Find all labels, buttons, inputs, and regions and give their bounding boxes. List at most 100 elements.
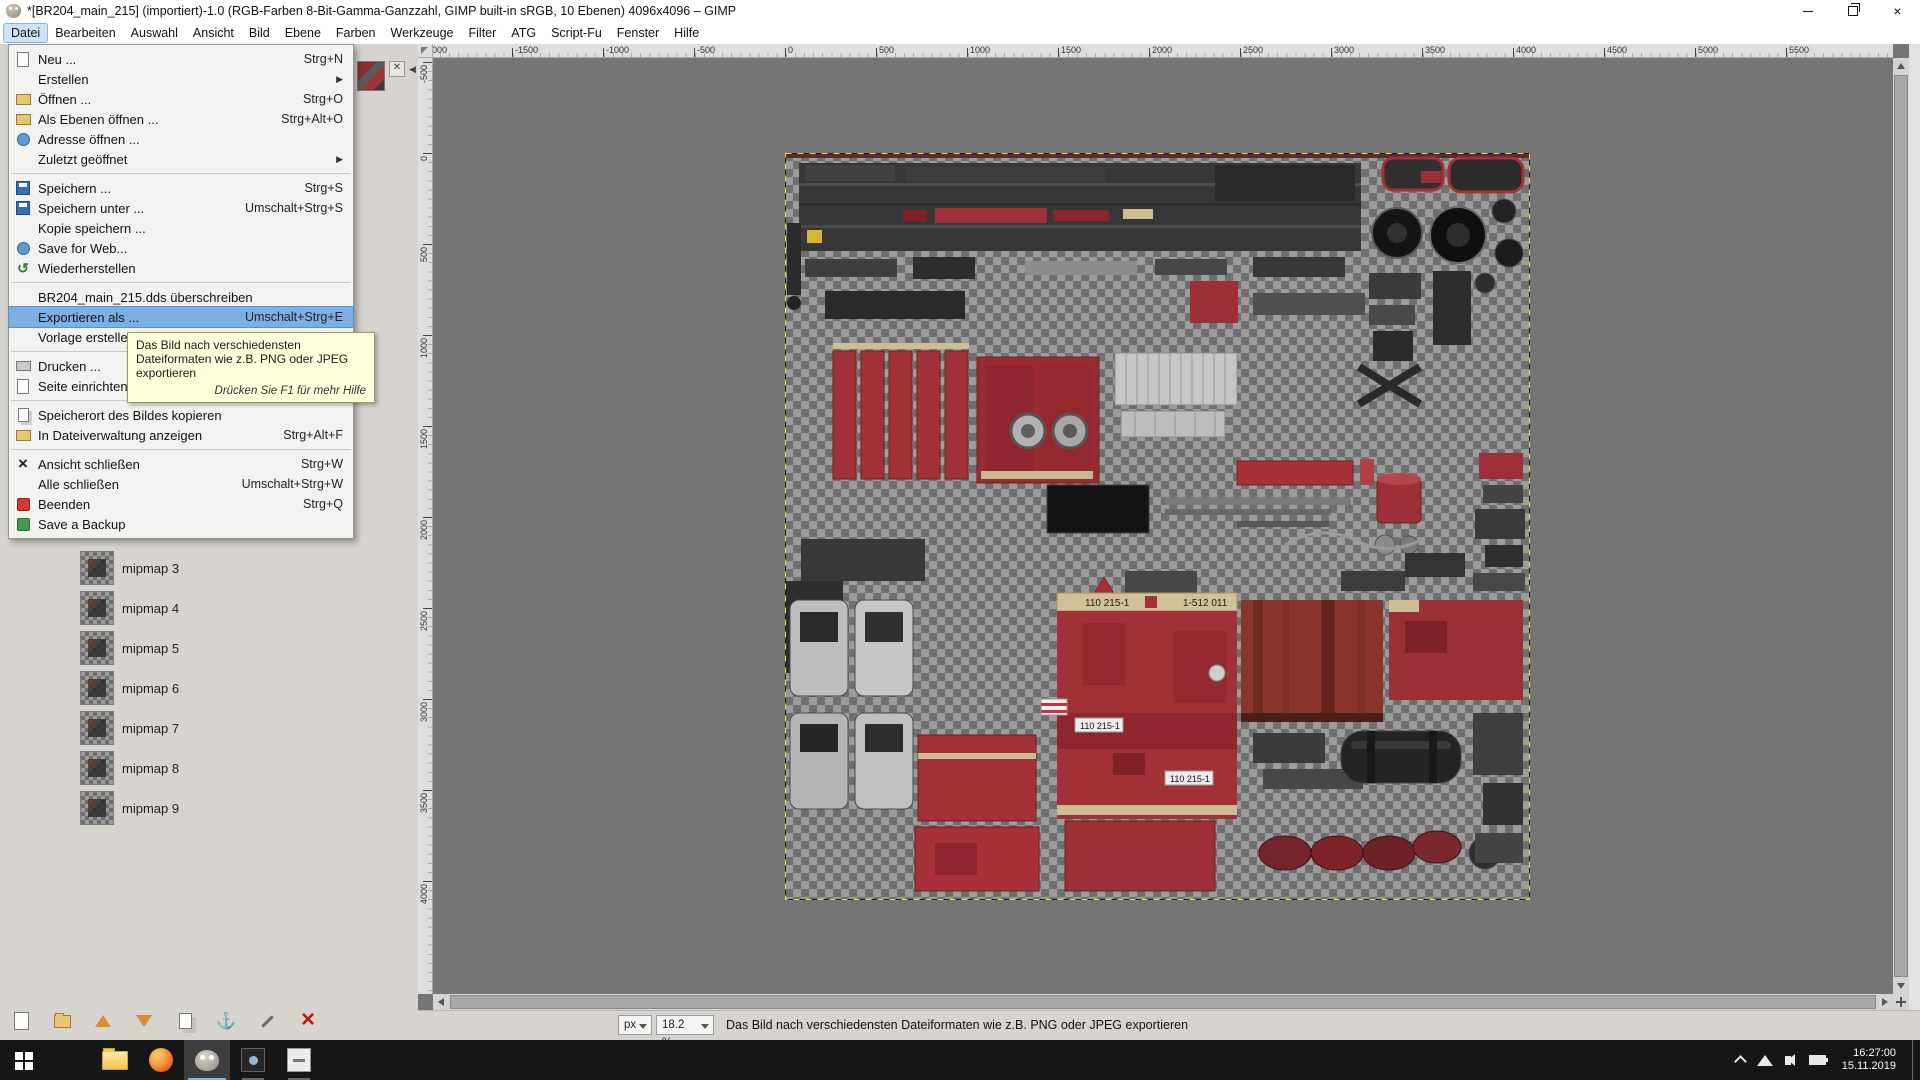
menubar-item-auswahl[interactable]: Auswahl	[124, 24, 185, 42]
navigation-preview-button[interactable]	[1893, 994, 1909, 1010]
ruler-tick	[876, 48, 877, 57]
taskbar-file-explorer-button[interactable]	[92, 1040, 138, 1080]
menu-item-label: Öffnen ...	[38, 92, 296, 107]
delete-layer-button[interactable]	[295, 1008, 321, 1034]
file-menu-item[interactable]: Öffnen ...Strg+O	[9, 89, 353, 109]
menubar-item-ansicht[interactable]: Ansicht	[186, 24, 241, 42]
menubar-item-werkzeuge[interactable]: Werkzeuge	[384, 24, 461, 42]
ruler-corner-button[interactable]	[418, 44, 433, 58]
vertical-scroll-thumb[interactable]	[1894, 75, 1908, 977]
restore-button[interactable]	[1830, 0, 1875, 22]
file-menu-item[interactable]: BeendenStrg+Q	[9, 494, 353, 514]
ruler-tick	[1149, 48, 1150, 57]
file-menu-item[interactable]: Erstellen▶	[9, 69, 353, 89]
unit-select[interactable]: px	[618, 1015, 652, 1035]
minimize-button[interactable]	[1785, 0, 1830, 22]
taskbar-edge-button[interactable]	[46, 1040, 92, 1080]
volume-icon[interactable]	[1785, 1056, 1791, 1065]
menu-shortcut: Umschalt+Strg+E	[245, 310, 343, 324]
taskbar-clock[interactable]: 16:27:00 15.11.2019	[1838, 1047, 1900, 1073]
file-menu-item[interactable]: Exportieren als ...Umschalt+Strg+E	[9, 307, 353, 327]
hidden-icons-chevron-icon[interactable]	[1734, 1055, 1747, 1068]
menubar-item-bild[interactable]: Bild	[242, 24, 277, 42]
horizontal-ruler[interactable]: -2000-1500-1000-500050010001500200025003…	[433, 44, 1893, 58]
file-menu-item[interactable]: BR204_main_215.dds überschreiben	[9, 287, 353, 307]
duplicate-layer-button[interactable]	[172, 1008, 198, 1034]
menubar-item-hilfe[interactable]: Hilfe	[667, 24, 706, 42]
layer-row[interactable]: mipmap 8	[0, 748, 418, 788]
show-desktop-button[interactable]	[1912, 1040, 1918, 1080]
battery-icon[interactable]	[1809, 1055, 1826, 1065]
print-icon	[15, 358, 31, 374]
zoom-select[interactable]: 18.2 %	[656, 1015, 714, 1035]
layer-row[interactable]: mipmap 6	[0, 668, 418, 708]
ruler-number: 500	[879, 45, 894, 55]
file-menu-item[interactable]: Wiederherstellen	[9, 258, 353, 278]
save-icon	[15, 180, 31, 196]
file-menu-item[interactable]: Speichern unter ...Umschalt+Strg+S	[9, 198, 353, 218]
menubar-item-farben[interactable]: Farben	[329, 24, 383, 42]
file-menu-item[interactable]: Save for Web...	[9, 238, 353, 258]
taskbar-gimp-button[interactable]	[184, 1040, 230, 1080]
texture-image[interactable]: 110 215-1 1-512 011 110 215-1 110 215-1	[785, 153, 1530, 900]
taskbar-photos-button[interactable]	[230, 1040, 276, 1080]
menubar-item-fenster[interactable]: Fenster	[610, 24, 666, 42]
layer-row[interactable]: mipmap 5	[0, 628, 418, 668]
file-menu-item[interactable]: Zuletzt geöffnet▶	[9, 149, 353, 169]
taskbar-firefox-button[interactable]	[138, 1040, 184, 1080]
layer-row[interactable]: mipmap 7	[0, 708, 418, 748]
new-group-button[interactable]	[49, 1008, 75, 1034]
file-menu-item[interactable]: Kopie speichern ...	[9, 218, 353, 238]
layer-row[interactable]: mipmap 3	[0, 548, 418, 588]
menubar-item-bearbeiten[interactable]: Bearbeiten	[48, 24, 122, 42]
layer-row[interactable]: mipmap 4	[0, 588, 418, 628]
file-menu-item[interactable]: Als Ebenen öffnen ...Strg+Alt+O	[9, 109, 353, 129]
menubar-item-scriptfu[interactable]: Script-Fu	[544, 24, 609, 42]
file-menu-item[interactable]: Save a Backup	[9, 514, 353, 534]
layer-label: mipmap 5	[122, 641, 179, 656]
ruler-tick	[512, 48, 513, 57]
horizontal-scrollbar[interactable]	[433, 994, 1893, 1010]
network-icon[interactable]	[1757, 1055, 1773, 1066]
scroll-right-icon[interactable]	[1877, 994, 1893, 1010]
taskbar-image-viewer-button[interactable]	[276, 1040, 322, 1080]
layer-row[interactable]: mipmap 9	[0, 788, 418, 828]
file-menu-item[interactable]: Ansicht schließenStrg+W	[9, 454, 353, 474]
image-tab-thumbnail[interactable]	[357, 61, 385, 91]
scroll-left-icon[interactable]	[433, 994, 449, 1010]
horizontal-scroll-thumb[interactable]	[450, 995, 1876, 1009]
layer-label: mipmap 3	[122, 561, 179, 576]
menubar-item-datei[interactable]: Datei	[4, 24, 47, 42]
scroll-up-icon[interactable]	[1893, 58, 1909, 74]
ruler-tick	[423, 790, 432, 791]
ruler-number: 0	[788, 45, 793, 55]
anchor-layer-button[interactable]	[213, 1008, 239, 1034]
dock-collapse-arrow-icon[interactable]: ◀	[409, 64, 416, 75]
image-viewport[interactable]: 110 215-1 1-512 011 110 215-1 110 215-1	[433, 58, 1893, 994]
minimize-icon	[1803, 11, 1813, 12]
file-menu-item[interactable]: In Dateiverwaltung anzeigenStrg+Alt+F	[9, 425, 353, 445]
vertical-scrollbar[interactable]	[1893, 58, 1909, 994]
dock-tab-close-icon[interactable]: ✕	[389, 61, 405, 77]
file-menu-item[interactable]: Speichern ...Strg+S	[9, 178, 353, 198]
file-menu-item[interactable]: Alle schließenUmschalt+Strg+W	[9, 474, 353, 494]
lower-layer-button[interactable]	[131, 1008, 157, 1034]
file-menu-dropdown: Neu ...Strg+NErstellen▶Öffnen ...Strg+OA…	[8, 44, 354, 539]
ruler-number: 3000	[419, 702, 429, 722]
close-button[interactable]: ×	[1875, 0, 1920, 22]
menubar-item-atg[interactable]: ATG	[504, 24, 543, 42]
file-menu-item[interactable]: Adresse öffnen ...	[9, 129, 353, 149]
scroll-down-icon[interactable]	[1893, 978, 1909, 994]
file-menu-item[interactable]: Neu ...Strg+N	[9, 49, 353, 69]
merge-layer-button[interactable]	[254, 1008, 280, 1034]
menubar-item-filter[interactable]: Filter	[462, 24, 504, 42]
vertical-ruler[interactable]: -50005001000150020002500300035004000	[418, 58, 433, 994]
system-tray: 16:27:00 15.11.2019	[1736, 1040, 1920, 1080]
menubar-item-ebene[interactable]: Ebene	[278, 24, 328, 42]
ruler-tick	[423, 62, 432, 63]
tooltip-text: Das Bild nach verschiedensten Dateiforma…	[136, 338, 366, 380]
taskbar-start-button[interactable]	[0, 1040, 46, 1080]
raise-layer-button[interactable]	[90, 1008, 116, 1034]
file-menu-item[interactable]: Speicherort des Bildes kopieren	[9, 405, 353, 425]
new-layer-button[interactable]	[8, 1008, 34, 1034]
